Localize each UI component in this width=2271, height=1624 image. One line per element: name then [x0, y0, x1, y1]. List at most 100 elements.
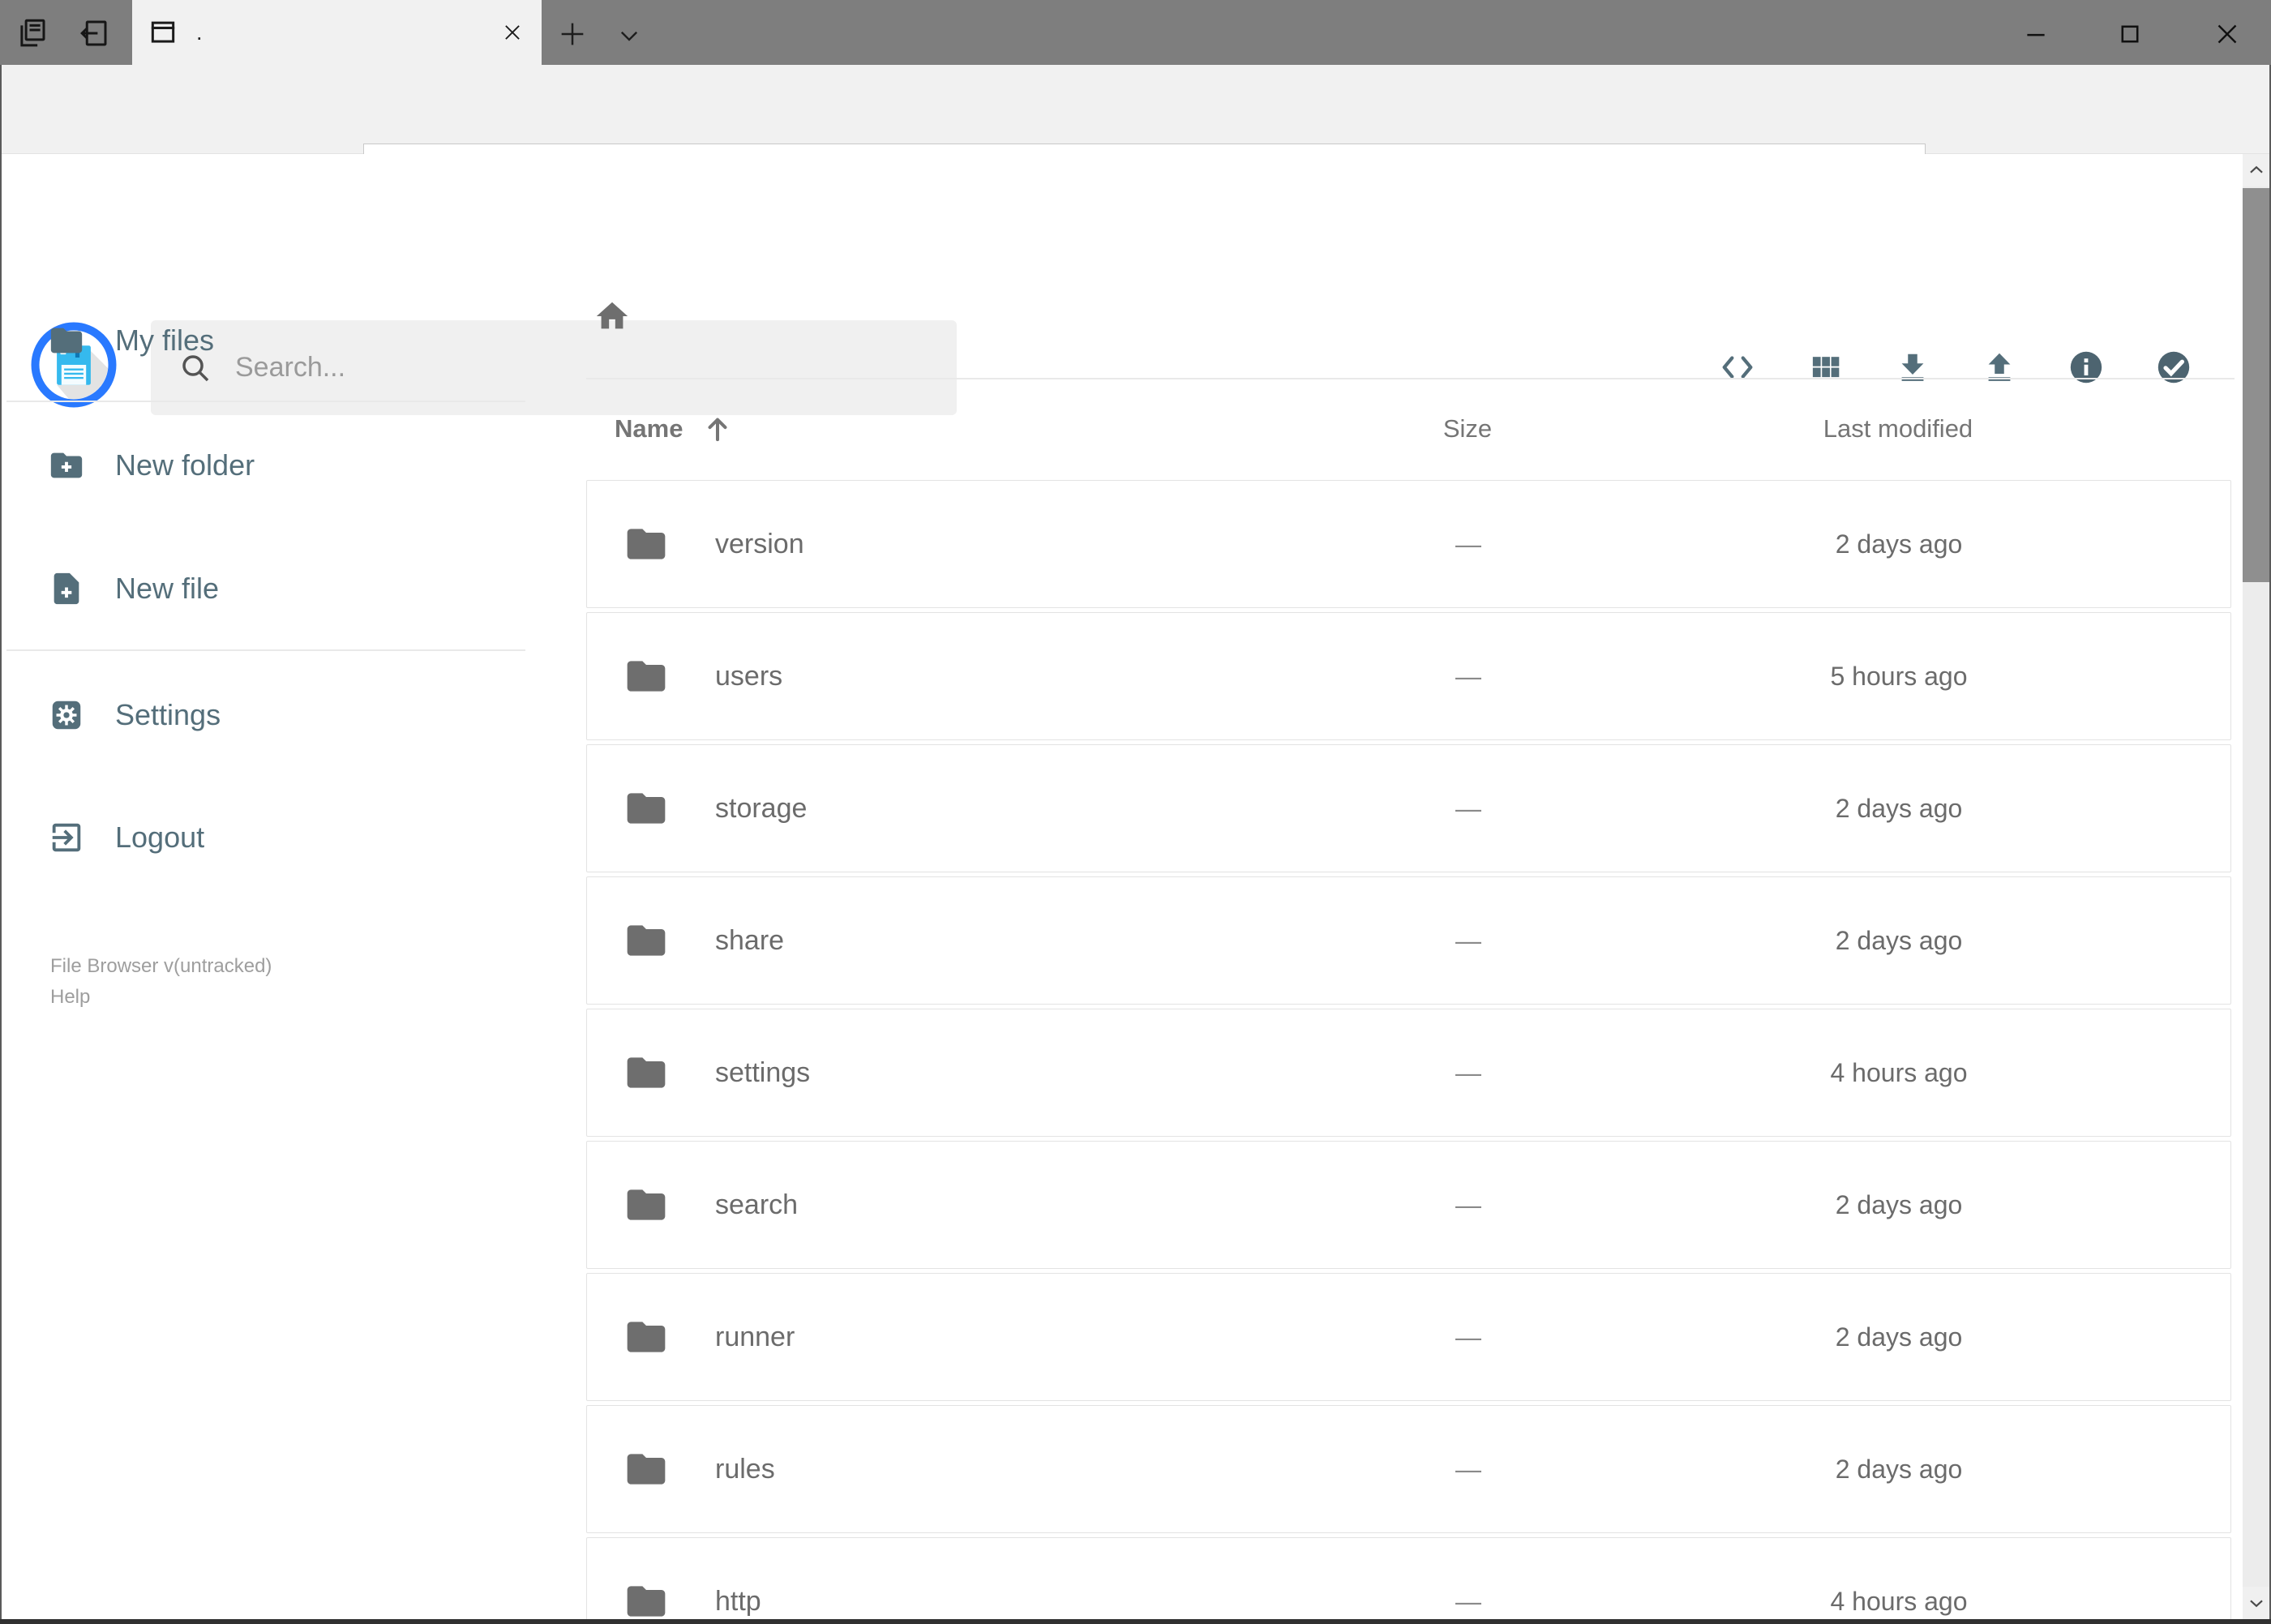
window-border-bottom — [0, 1619, 2271, 1624]
new-tab-button[interactable] — [555, 16, 590, 52]
sidebar-item-new-folder[interactable]: New folder — [0, 439, 559, 492]
file-modified: 5 hours ago — [1830, 661, 1968, 691]
stacked-pages-icon — [15, 16, 49, 50]
file-name: http — [715, 1585, 761, 1617]
window-maximize-button[interactable] — [2112, 16, 2148, 52]
file-row[interactable]: storage — 2 days ago — [586, 744, 2231, 872]
file-name: share — [715, 924, 785, 956]
tab-close-button[interactable] — [495, 15, 530, 50]
file-row[interactable]: users — 5 hours ago — [586, 612, 2231, 740]
chevron-down-icon — [2246, 1592, 2267, 1613]
file-size: — — [1455, 925, 1481, 955]
set-tabs-aside-button[interactable] — [76, 15, 112, 51]
sidebar-divider — [6, 649, 525, 651]
breadcrumb-home-button[interactable] — [591, 295, 633, 337]
sidebar: My files New folder New file Settings Lo… — [0, 251, 559, 1619]
chevron-up-icon — [2246, 160, 2267, 181]
file-name: storage — [715, 792, 808, 824]
folder-icon — [623, 1314, 669, 1360]
download-icon — [1894, 349, 1931, 386]
file-size: — — [1455, 1057, 1481, 1087]
file-row[interactable]: share — 2 days ago — [586, 876, 2231, 1005]
window-minimize-button[interactable] — [2018, 16, 2054, 52]
sidebar-item-logout[interactable]: Logout — [0, 811, 559, 864]
logout-icon — [47, 818, 86, 857]
folder-icon — [47, 321, 86, 360]
folder-icon — [623, 918, 669, 963]
window-close-button[interactable] — [2209, 16, 2245, 52]
tabs-set-aside-list-button[interactable] — [15, 15, 50, 51]
file-size: — — [1455, 1189, 1481, 1219]
column-header-size[interactable]: Size — [1403, 408, 1532, 450]
maximize-icon — [2116, 20, 2144, 48]
select-multiple-button[interactable] — [2148, 341, 2200, 393]
toggle-raw-view-button[interactable] — [1712, 341, 1763, 393]
upload-icon — [1981, 349, 2018, 386]
sidebar-item-new-file[interactable]: New file — [0, 562, 559, 615]
breadcrumb-divider — [586, 378, 2235, 379]
browser-tab[interactable]: . — [132, 0, 542, 65]
help-link[interactable]: Help — [50, 986, 90, 1009]
close-icon — [2213, 19, 2242, 49]
file-modified: 4 hours ago — [1830, 1057, 1968, 1087]
column-header-label: Last modified — [1823, 414, 1973, 443]
file-modified: 2 days ago — [1835, 793, 1963, 823]
info-circle-icon — [2067, 348, 2106, 387]
sort-ascending-icon — [701, 412, 735, 446]
sidebar-item-my-files[interactable]: My files — [0, 314, 559, 367]
breadcrumb-home-icon — [593, 298, 631, 335]
folder-icon — [623, 1579, 669, 1624]
new-file-icon — [47, 569, 86, 608]
minimize-icon — [2022, 20, 2050, 48]
grid-view-button[interactable] — [1800, 341, 1852, 393]
sidebar-item-label: My files — [115, 324, 215, 357]
file-modified: 2 days ago — [1835, 1454, 1963, 1484]
download-button[interactable] — [1887, 341, 1939, 393]
sidebar-item-label: New file — [115, 572, 220, 605]
folder-icon — [623, 1050, 669, 1095]
file-size: — — [1455, 1454, 1481, 1484]
sidebar-item-label: Logout — [115, 821, 205, 854]
sidebar-item-label: Settings — [115, 698, 221, 731]
column-header-name[interactable]: Name — [615, 408, 735, 450]
scrollbar-thumb[interactable] — [2243, 188, 2270, 582]
grid-view-icon — [1808, 349, 1844, 385]
scroll-down-button[interactable] — [2243, 1587, 2270, 1619]
upload-button[interactable] — [1973, 341, 2025, 393]
file-name: runner — [715, 1321, 795, 1352]
window-arrow-left-icon — [77, 16, 111, 50]
titlebar: . — [0, 0, 2271, 65]
sidebar-item-settings[interactable]: Settings — [0, 688, 559, 742]
file-size: — — [1455, 1322, 1481, 1352]
file-row[interactable]: version — 2 days ago — [586, 480, 2231, 608]
code-brackets-icon — [1719, 349, 1756, 386]
file-row[interactable]: http — 4 hours ago — [586, 1537, 2231, 1624]
browser-toolbar: filebrowser.web/files/ — [0, 65, 2271, 205]
folder-icon — [623, 1446, 669, 1492]
file-modified: 2 days ago — [1835, 925, 1963, 955]
file-size: — — [1455, 661, 1481, 691]
file-row[interactable]: rules — 2 days ago — [586, 1405, 2231, 1533]
column-header-modified[interactable]: Last modified — [1764, 408, 2032, 450]
browser-window: . Search... My files New folder New file… — [0, 0, 2271, 1624]
file-row[interactable]: search — 2 days ago — [586, 1141, 2231, 1269]
plus-icon — [556, 18, 589, 50]
file-row[interactable]: settings — 4 hours ago — [586, 1009, 2231, 1137]
file-name: rules — [715, 1453, 775, 1485]
file-name: search — [715, 1189, 799, 1220]
file-name: version — [715, 528, 804, 559]
file-info-button[interactable] — [2060, 341, 2112, 393]
file-name: settings — [715, 1056, 811, 1088]
file-modified: 2 days ago — [1835, 1322, 1963, 1352]
column-header-label: Name — [615, 414, 683, 443]
file-size: — — [1455, 793, 1481, 823]
file-row[interactable]: runner — 2 days ago — [586, 1273, 2231, 1401]
settings-gear-icon — [47, 696, 86, 735]
scroll-up-button[interactable] — [2243, 154, 2270, 186]
folder-icon — [623, 786, 669, 831]
folder-icon — [623, 1182, 669, 1228]
app-version-text: File Browser v(untracked) — [50, 955, 272, 977]
folder-icon — [623, 653, 669, 699]
file-size: — — [1455, 529, 1481, 559]
tab-preview-toggle[interactable] — [613, 19, 645, 52]
